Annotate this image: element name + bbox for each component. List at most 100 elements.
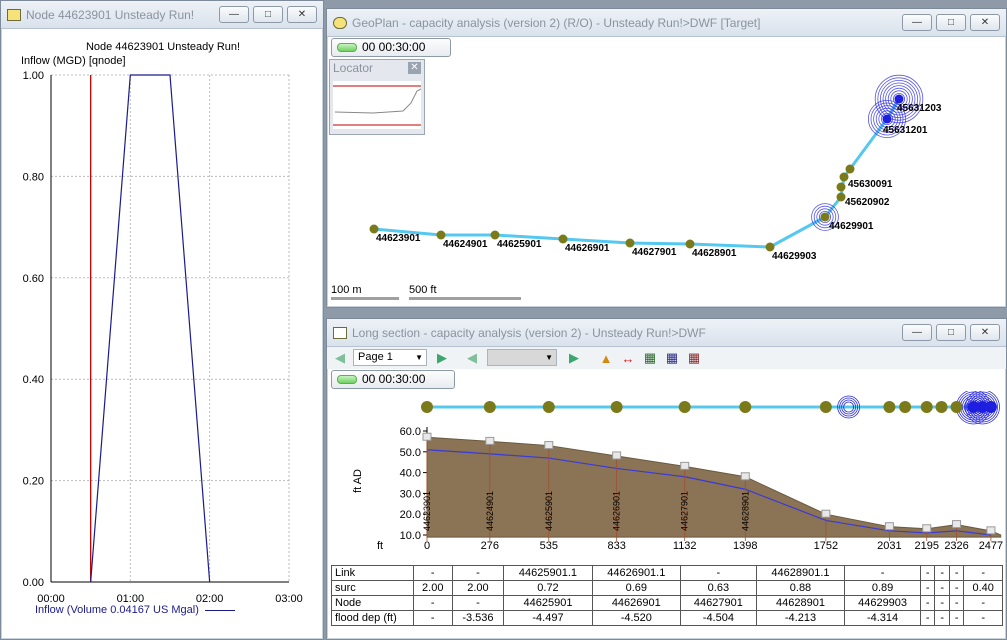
- grid-edit-icon[interactable]: ▦: [663, 349, 681, 367]
- node-marker[interactable]: [836, 182, 846, 192]
- table-cell[interactable]: -4.520: [591, 610, 681, 626]
- next-section-icon[interactable]: ▶: [565, 349, 583, 367]
- next-page-icon[interactable]: ▶: [433, 349, 451, 367]
- table-cell[interactable]: -: [963, 610, 1003, 626]
- table-cell[interactable]: -: [679, 565, 757, 581]
- section-node-marker[interactable]: [984, 401, 997, 413]
- table-cell[interactable]: -: [451, 595, 505, 611]
- table-cell[interactable]: -: [413, 565, 453, 581]
- table-cell[interactable]: -: [919, 565, 936, 581]
- geoplan-titlebar[interactable]: GeoPlan - capacity analysis (version 2) …: [327, 9, 1006, 37]
- table-cell[interactable]: 44626901.1: [591, 565, 681, 581]
- table-cell[interactable]: -: [963, 595, 1003, 611]
- table-cell[interactable]: -4.504: [679, 610, 757, 626]
- locator-map[interactable]: [333, 81, 421, 129]
- section-node-marker[interactable]: [739, 401, 752, 413]
- chevron-down-icon: ▼: [415, 353, 423, 362]
- table-cell[interactable]: 44629903: [844, 595, 922, 611]
- table-cell[interactable]: 44625901.1: [503, 565, 593, 581]
- maximize-button[interactable]: □: [253, 6, 283, 23]
- grid-view-icon[interactable]: ▦: [641, 349, 659, 367]
- table-cell[interactable]: -: [934, 610, 950, 626]
- section-node-marker[interactable]: [950, 401, 963, 413]
- table-cell[interactable]: 44628901.1: [755, 565, 846, 581]
- node-marker[interactable]: [845, 164, 855, 174]
- table-cell[interactable]: -: [934, 565, 950, 581]
- table-cell[interactable]: -: [413, 595, 453, 611]
- table-cell[interactable]: 44627901: [679, 595, 757, 611]
- table-cell[interactable]: -: [844, 565, 922, 581]
- table-cell[interactable]: -: [948, 610, 965, 626]
- close-button[interactable]: ✕: [970, 14, 1000, 31]
- table-cell[interactable]: -: [919, 595, 936, 611]
- table-cell[interactable]: -4.314: [844, 610, 922, 626]
- section-node-marker[interactable]: [935, 401, 948, 413]
- locator-close-icon[interactable]: ✕: [408, 62, 421, 74]
- table-cell[interactable]: 0.63: [679, 580, 757, 596]
- geoplan-map[interactable]: 44623901 44624901 44625901 44626901 44627901…: [327, 57, 1006, 307]
- long-section-profile[interactable]: 60.0 50.0 40.0 30.0 20.0 10.0 ft AD 44623901 446…: [327, 391, 1006, 565]
- table-cell[interactable]: 0.89: [844, 580, 922, 596]
- table-cell[interactable]: -: [413, 610, 453, 626]
- table-cell[interactable]: 44628901: [755, 595, 846, 611]
- section-node-marker[interactable]: [920, 401, 933, 413]
- table-cell[interactable]: 0.88: [755, 580, 846, 596]
- table-cell[interactable]: -: [934, 580, 950, 596]
- maximize-button[interactable]: □: [936, 324, 966, 341]
- pipe-link[interactable]: [689, 242, 771, 249]
- minimize-button[interactable]: —: [902, 14, 932, 31]
- section-node-marker[interactable]: [678, 401, 691, 413]
- section-node-marker[interactable]: [421, 401, 433, 413]
- geoplan-time-display[interactable]: 00 00:30:00: [331, 38, 451, 57]
- section-node-marker[interactable]: [819, 401, 832, 413]
- table-cell[interactable]: 44625901: [503, 595, 593, 611]
- section-node-marker[interactable]: [542, 401, 555, 413]
- table-cell[interactable]: -: [919, 580, 936, 596]
- pipe-link[interactable]: [629, 241, 691, 246]
- table-cell[interactable]: -: [948, 595, 965, 611]
- table-cell[interactable]: 2.00: [413, 580, 453, 596]
- table-cell[interactable]: -: [963, 565, 1003, 581]
- table-cell[interactable]: -4.497: [503, 610, 593, 626]
- y-tick-label: 30.0: [400, 488, 421, 500]
- section-node-marker[interactable]: [883, 401, 896, 413]
- locator-panel[interactable]: Locator ✕: [329, 59, 425, 135]
- minimize-button[interactable]: —: [219, 6, 249, 23]
- node-graph-titlebar[interactable]: Node 44623901 Unsteady Run! — □ ✕: [1, 1, 323, 29]
- table-cell[interactable]: 0.72: [503, 580, 593, 596]
- page-select[interactable]: Page 1 ▼: [353, 349, 427, 366]
- table-cell[interactable]: -: [451, 565, 505, 581]
- long-section-time-display[interactable]: 00 00:30:00: [331, 370, 455, 389]
- previous-page-icon[interactable]: ◀: [331, 349, 349, 367]
- section-node-marker[interactable]: [483, 401, 496, 413]
- table-cell[interactable]: 44626901: [591, 595, 681, 611]
- table-cell[interactable]: -: [948, 580, 965, 596]
- graph-window-icon: [7, 8, 21, 21]
- minimize-button[interactable]: —: [902, 324, 932, 341]
- section-select[interactable]: ▼: [487, 349, 557, 366]
- table-cell[interactable]: -: [948, 565, 965, 581]
- node-marker[interactable]: [882, 114, 892, 124]
- section-node-marker[interactable]: [899, 401, 912, 413]
- maximize-button[interactable]: □: [936, 14, 966, 31]
- profile-view-icon[interactable]: ▲: [597, 349, 615, 367]
- table-cell[interactable]: -4.213: [755, 610, 846, 626]
- pipe-link[interactable]: [848, 118, 889, 170]
- table-cell[interactable]: -: [919, 610, 936, 626]
- table-cell[interactable]: -3.536: [451, 610, 505, 626]
- previous-section-icon[interactable]: ◀: [463, 349, 481, 367]
- close-button[interactable]: ✕: [970, 324, 1000, 341]
- pipe-link[interactable]: [769, 215, 826, 249]
- table-cell[interactable]: -: [934, 595, 950, 611]
- long-section-titlebar[interactable]: Long section - capacity analysis (versio…: [327, 319, 1006, 347]
- table-row-header: Node: [331, 595, 414, 611]
- section-node-marker[interactable]: [610, 401, 623, 413]
- node-label: 45631203: [897, 103, 942, 114]
- measure-icon[interactable]: ↔: [619, 349, 637, 367]
- table-cell[interactable]: 0.40: [963, 580, 1003, 596]
- node-label: 44628901: [692, 248, 737, 259]
- table-cell[interactable]: 0.69: [591, 580, 681, 596]
- table-cell[interactable]: 2.00: [451, 580, 505, 596]
- close-button[interactable]: ✕: [287, 6, 317, 23]
- grid-export-icon[interactable]: ▦: [685, 349, 703, 367]
